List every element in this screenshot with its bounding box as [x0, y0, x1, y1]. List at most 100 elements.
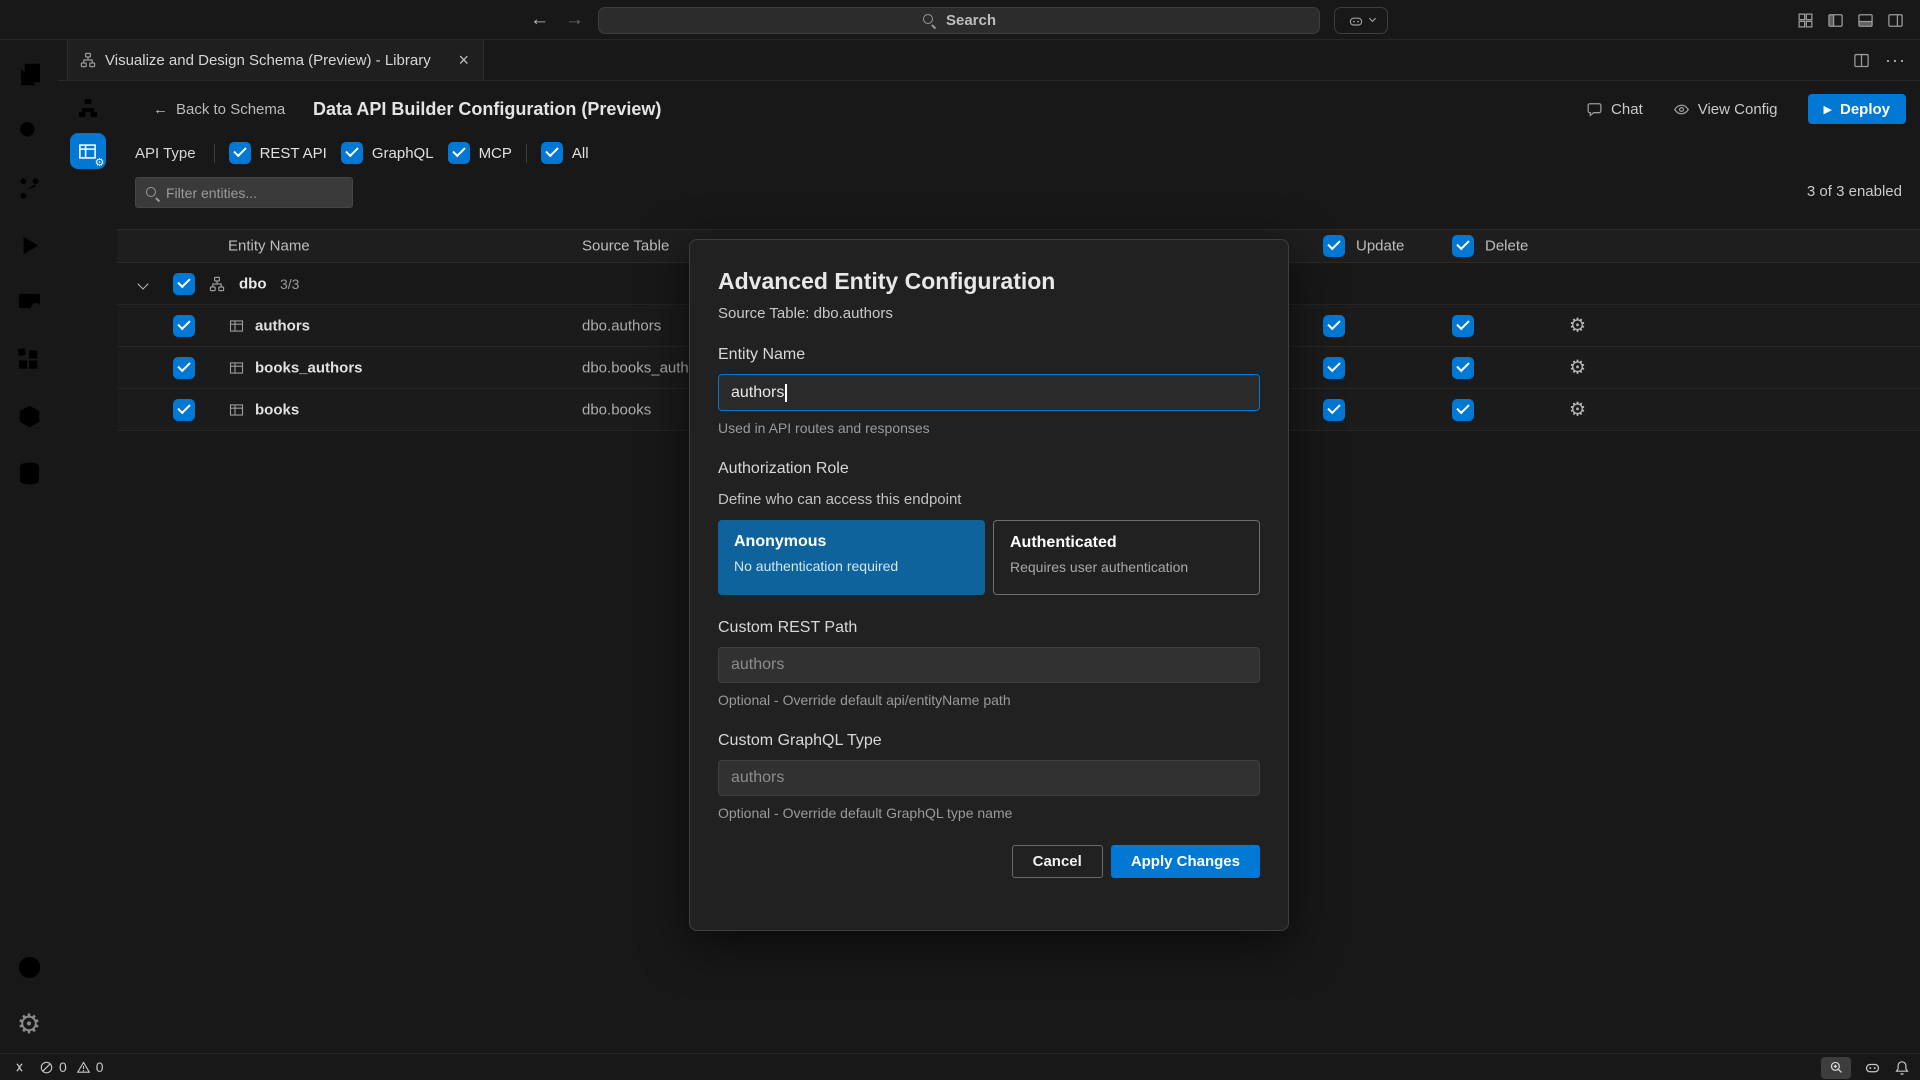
filter-rest-api[interactable]: REST API [229, 142, 327, 164]
remote-explorer-icon[interactable] [0, 274, 58, 331]
text-cursor [785, 384, 787, 402]
mini-gear-icon: ⚙ [95, 156, 105, 169]
row-settings-gear-icon[interactable]: ⚙ [1569, 358, 1586, 377]
copilot-icon [1348, 13, 1364, 29]
graphql-checkbox[interactable] [341, 142, 363, 164]
row-checkbox[interactable] [173, 357, 195, 379]
toggle-panel-icon[interactable] [1857, 12, 1874, 29]
zoom-indicator[interactable] [1821, 1057, 1851, 1079]
schema-designer-icon[interactable] [66, 89, 110, 127]
update-checkbox[interactable] [1323, 357, 1345, 379]
dialog-title: Advanced Entity Configuration [718, 268, 1260, 295]
run-debug-icon[interactable] [0, 217, 58, 274]
dialog-actions: Cancel Apply Changes [718, 845, 1260, 878]
database-icon[interactable] [0, 445, 58, 502]
enabled-count: 3 of 3 enabled [1807, 183, 1902, 200]
status-right [1821, 1054, 1910, 1080]
update-checkbox[interactable] [1323, 399, 1345, 421]
filter-graphql[interactable]: GraphQL [341, 142, 434, 164]
rest-path-help: Optional - Override default api/entityNa… [718, 692, 1260, 708]
api-type-label: API Type [135, 145, 196, 162]
remote-indicator-icon[interactable] [12, 1060, 27, 1075]
customize-layout-icon[interactable] [1797, 12, 1814, 29]
errors-icon [39, 1060, 54, 1075]
row-checkbox[interactable] [173, 399, 195, 421]
deploy-button[interactable]: ▶ Deploy [1808, 94, 1906, 124]
entity-filter-input[interactable] [166, 185, 343, 201]
data-api-builder-icon[interactable]: ⚙ [70, 133, 106, 169]
warnings-count: 0 [96, 1059, 104, 1075]
table-icon [229, 318, 244, 333]
vscode-window: ← → Search [0, 0, 1920, 1080]
column-source-table: Source Table [582, 238, 669, 255]
collapse-chevron-icon[interactable] [139, 275, 147, 293]
row-checkbox[interactable] [173, 315, 195, 337]
copilot-dropdown-button[interactable] [1334, 7, 1388, 34]
warnings-icon [76, 1060, 91, 1075]
history-forward-button[interactable]: → [565, 9, 584, 31]
row-settings-gear-icon[interactable]: ⚙ [1569, 400, 1586, 419]
delete-checkbox[interactable] [1452, 357, 1474, 379]
update-all-checkbox[interactable] [1323, 235, 1345, 257]
container-cube-icon[interactable] [0, 388, 58, 445]
back-arrow-icon: ← [153, 101, 168, 118]
copilot-status-icon[interactable] [1864, 1059, 1881, 1076]
graphql-type-input[interactable] [718, 760, 1260, 796]
apply-changes-button[interactable]: Apply Changes [1111, 845, 1260, 878]
view-config-button[interactable]: View Config [1673, 101, 1778, 118]
view-config-label: View Config [1698, 101, 1778, 118]
auth-anonymous-option[interactable]: Anonymous No authentication required [718, 520, 985, 595]
filter-all[interactable]: All [541, 142, 589, 164]
update-checkbox[interactable] [1323, 315, 1345, 337]
row-settings-gear-icon[interactable]: ⚙ [1569, 316, 1586, 335]
explorer-icon[interactable] [0, 46, 58, 103]
back-label: Back to Schema [176, 101, 285, 118]
chat-icon [1586, 101, 1603, 118]
entity-name-input[interactable]: authors [718, 374, 1260, 411]
delete-checkbox[interactable] [1452, 315, 1474, 337]
account-icon[interactable] [0, 939, 58, 996]
errors-count: 0 [59, 1059, 67, 1075]
entity-name-label: Entity Name [718, 346, 1260, 364]
delete-all-checkbox[interactable] [1452, 235, 1474, 257]
toggle-sidebar-right-icon[interactable] [1887, 12, 1904, 29]
source-control-icon[interactable] [0, 160, 58, 217]
entity-filter-box [135, 177, 353, 208]
auth-authenticated-option[interactable]: Authenticated Requires user authenticati… [993, 520, 1260, 595]
group-checkbox[interactable] [173, 273, 195, 295]
all-label: All [572, 145, 589, 162]
entity-name: authors [255, 317, 310, 334]
entity-name: books_authors [255, 359, 363, 376]
advanced-entity-config-dialog: Advanced Entity Configuration Source Tab… [689, 239, 1289, 931]
problems-indicator[interactable]: 0 0 [39, 1059, 104, 1075]
cancel-button[interactable]: Cancel [1012, 845, 1103, 878]
mcp-label: MCP [479, 145, 512, 162]
back-to-schema-link[interactable]: ← Back to Schema [153, 101, 285, 118]
delete-checkbox[interactable] [1452, 399, 1474, 421]
toggle-sidebar-left-icon[interactable] [1827, 12, 1844, 29]
notifications-bell-icon[interactable] [1894, 1060, 1910, 1076]
command-center-search[interactable]: Search [598, 7, 1320, 34]
rest-path-input[interactable] [718, 647, 1260, 683]
settings-gear-icon[interactable]: ⚙ [0, 996, 58, 1053]
mcp-checkbox[interactable] [448, 142, 470, 164]
tab-visualize-schema[interactable]: Visualize and Design Schema (Preview) - … [67, 40, 484, 80]
source-table: dbo.books [582, 401, 651, 418]
rest-api-checkbox[interactable] [229, 142, 251, 164]
eye-icon [1673, 101, 1690, 118]
all-checkbox[interactable] [541, 142, 563, 164]
split-editor-icon[interactable] [1853, 52, 1870, 69]
filter-mcp[interactable]: MCP [448, 142, 512, 164]
history-back-button[interactable]: ← [530, 9, 549, 31]
tab-title: Visualize and Design Schema (Preview) - … [105, 52, 447, 69]
search-sidebar-icon[interactable] [0, 103, 58, 160]
tab-close-icon[interactable]: × [456, 51, 471, 69]
authorization-role-help: Define who can access this endpoint [718, 491, 1260, 508]
more-actions-icon[interactable]: ··· [1885, 50, 1906, 71]
authorization-options: Anonymous No authentication required Aut… [718, 520, 1260, 595]
chevron-down-icon [1368, 15, 1375, 22]
editor-actions: ··· [1853, 40, 1906, 81]
entity-name-help: Used in API routes and responses [718, 420, 1260, 436]
chat-button[interactable]: Chat [1586, 101, 1643, 118]
extensions-icon[interactable] [0, 331, 58, 388]
